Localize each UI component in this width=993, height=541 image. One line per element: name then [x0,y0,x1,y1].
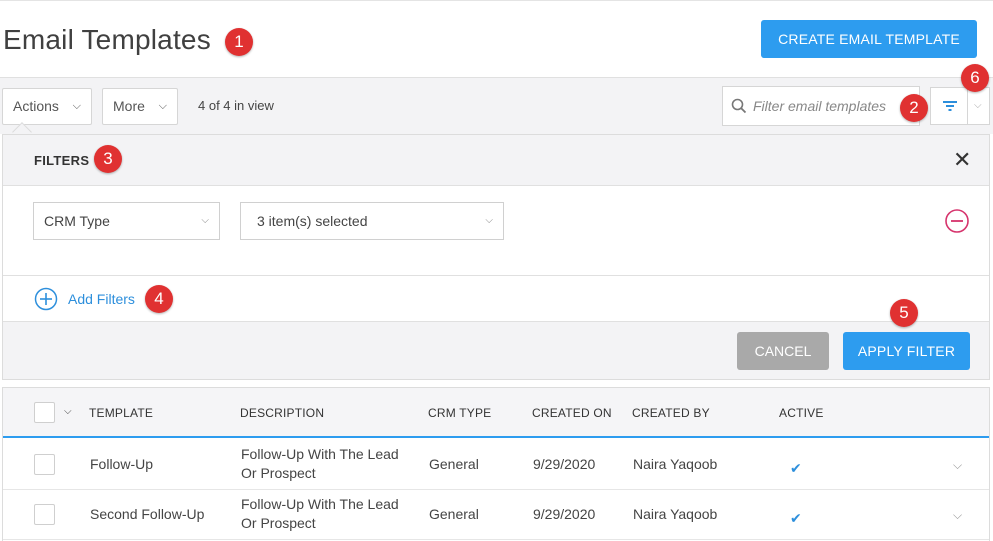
filter-toggle-button[interactable] [930,87,968,125]
table-header: ⌵ TEMPLATE DESCRIPTION CRM TYPE CREATED … [3,388,989,438]
chevron-down-icon[interactable]: ⌵ [64,406,72,417]
chevron-down-icon[interactable]: ⌵ [953,458,962,473]
created-on: 9/29/2020 [533,456,596,472]
search-icon [731,98,747,114]
filter-divider [3,275,989,276]
row-checkbox[interactable] [34,454,55,475]
filters-panel: FILTERS ✕ CRM Type ⌵ 3 item(s) selected … [2,134,990,380]
callout-badge-2: 2 [900,94,928,122]
filters-title: FILTERS [34,153,90,168]
actions-label: Actions [13,98,59,114]
search-input[interactable] [753,95,918,117]
filters-footer: CANCEL APPLY FILTER [3,321,989,379]
select-all-checkbox[interactable] [34,402,55,423]
templates-table: ⌵ TEMPLATE DESCRIPTION CRM TYPE CREATED … [2,387,990,541]
template-name[interactable]: Second Follow-Up [90,506,204,522]
row-checkbox[interactable] [34,504,55,525]
more-dropdown[interactable]: More ⌵ [102,88,178,125]
column-header-created-on[interactable]: CREATED ON [532,406,612,420]
apply-filter-button[interactable]: APPLY FILTER [843,332,970,370]
actions-dropdown[interactable]: Actions ⌵ [2,88,92,125]
filter-field-select[interactable]: CRM Type ⌵ [33,202,220,240]
filter-field-value: CRM Type [44,213,110,229]
template-description: Follow-Up With The Lead Or Prospect [241,496,399,531]
crm-type: General [429,506,479,522]
filters-header: FILTERS ✕ [3,135,989,186]
template-description: Follow-Up With The Lead Or Prospect [241,446,399,481]
callout-badge-4: 4 [145,285,173,313]
top-divider [0,0,993,3]
page-title: Email Templates [3,24,211,55]
created-by: Naira Yaqoob [633,506,718,522]
table-row[interactable]: Second Follow-Up Follow-Up With The Lead… [3,490,989,540]
column-header-template[interactable]: TEMPLATE [89,406,153,420]
filter-icon [943,101,957,111]
chevron-down-icon: ⌵ [485,215,493,226]
filter-value-text: 3 item(s) selected [257,213,368,229]
column-header-description[interactable]: DESCRIPTION [240,406,324,420]
column-header-created-by[interactable]: CREATED BY [632,406,710,420]
callout-badge-6: 6 [961,64,989,92]
in-view-count: 4 of 4 in view [198,98,274,113]
toolbar: Actions ⌵ More ⌵ 4 of 4 in view ⌵ [0,77,993,134]
chevron-down-icon[interactable]: ⌵ [953,508,962,523]
column-header-crm-type[interactable]: CRM TYPE [428,406,491,420]
minus-circle-icon[interactable] [944,208,970,234]
callout-badge-3: 3 [94,145,122,173]
callout-badge-5: 5 [890,299,918,327]
close-icon[interactable]: ✕ [953,149,971,171]
chevron-down-icon: ⌵ [974,100,982,111]
created-on: 9/29/2020 [533,506,596,522]
chevron-down-icon: ⌵ [158,100,167,112]
filter-options-dropdown[interactable]: ⌵ [968,87,990,125]
table-row[interactable]: Follow-Up Follow-Up With The Lead Or Pro… [3,440,989,490]
more-label: More [113,98,145,114]
chevron-down-icon: ⌵ [201,215,209,226]
chevron-down-icon: ⌵ [72,100,81,112]
filter-value-select[interactable]: 3 item(s) selected ⌵ [240,202,504,240]
add-filters-label: Add Filters [68,291,135,307]
callout-badge-1: 1 [225,28,253,56]
crm-type: General [429,456,479,472]
create-email-template-button[interactable]: CREATE EMAIL TEMPLATE [761,20,977,58]
template-name[interactable]: Follow-Up [90,456,153,472]
search-box [722,86,920,126]
column-header-active[interactable]: ACTIVE [779,406,824,420]
check-icon: ✔ [790,460,802,476]
created-by: Naira Yaqoob [633,456,718,472]
cancel-button[interactable]: CANCEL [737,332,829,370]
check-icon: ✔ [790,510,802,526]
plus-circle-icon [34,287,58,311]
